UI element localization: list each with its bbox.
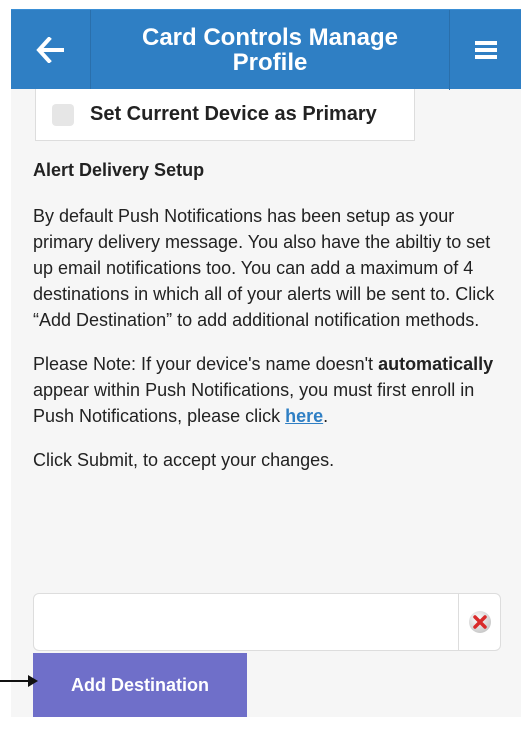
remove-x-icon bbox=[468, 611, 491, 633]
bottom-strip bbox=[11, 717, 521, 738]
hamburger-menu-icon bbox=[474, 41, 497, 59]
destination-input[interactable] bbox=[34, 594, 460, 650]
primary-device-option[interactable]: Set Current Device as Primary bbox=[35, 89, 415, 141]
destination-row bbox=[33, 593, 501, 651]
app-screen: Card Controls Manage Profile Set Current… bbox=[11, 9, 521, 738]
note-suffix: . bbox=[323, 406, 329, 426]
alert-section-title: Alert Delivery Setup bbox=[33, 160, 205, 180]
page-title-line1: Card Controls Manage bbox=[141, 24, 399, 51]
clear-destination-button[interactable] bbox=[458, 594, 500, 650]
primary-device-checkbox[interactable] bbox=[52, 103, 74, 126]
note-middle: appear within Push Notifications, you mu… bbox=[33, 380, 475, 426]
arrow-left-icon bbox=[35, 37, 64, 63]
submit-hint: Click Submit, to accept your changes. bbox=[33, 450, 335, 470]
enroll-here-link[interactable]: here bbox=[285, 406, 323, 426]
alert-description: By default Push Notifications has been s… bbox=[33, 206, 495, 330]
add-destination-button[interactable]: Add Destination bbox=[33, 653, 247, 717]
note-prefix: Please Note: If your device's name doesn… bbox=[33, 354, 379, 374]
top-strip bbox=[0, 0, 521, 9]
back-button[interactable] bbox=[11, 10, 91, 90]
page-title-line2: Profile bbox=[232, 49, 308, 76]
header-bar: Card Controls Manage Profile bbox=[11, 9, 521, 90]
alert-content: Alert Delivery Setup By default Push Not… bbox=[33, 155, 511, 473]
menu-button[interactable] bbox=[449, 10, 521, 90]
primary-device-label: Set Current Device as Primary bbox=[90, 103, 377, 125]
alert-note: Please Note: If your device's name doesn… bbox=[33, 351, 511, 429]
note-bold: automatically bbox=[378, 354, 494, 374]
pointer-arrow-icon bbox=[0, 675, 38, 687]
page-title: Card Controls Manage Profile bbox=[91, 10, 449, 90]
